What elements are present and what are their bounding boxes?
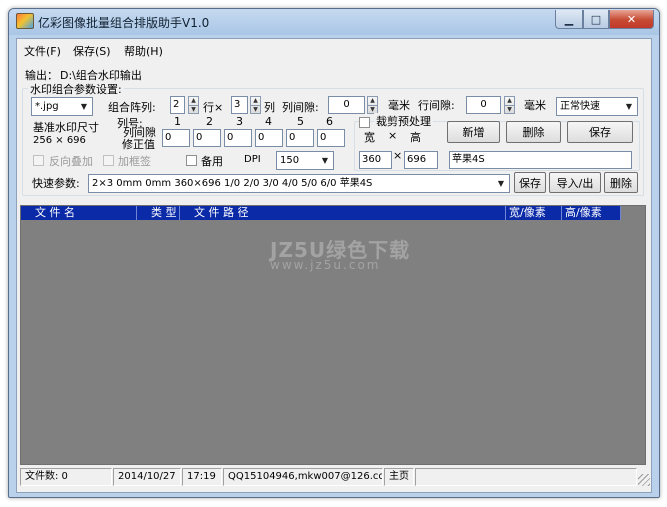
corr-input-6[interactable]: 0 [317,129,345,147]
crop-save-button[interactable]: 保存 [567,121,633,143]
base-size-label: 基准水印尺寸 [33,121,99,134]
col-header-height[interactable]: 高/像素 [562,206,621,220]
cols-input[interactable]: 3 [231,96,248,114]
array-label: 组合阵列: [108,101,156,114]
status-contact: QQ15104946,mkw007@126.com [223,468,383,486]
window-title: 亿彩图像批量组合排版助手V1.0 [38,16,210,30]
row-gap-label: 行间隙: [418,99,455,112]
corr-input-1[interactable]: 0 [162,129,190,147]
dpi-value: 150 [280,155,300,166]
crop-name-input[interactable]: 苹果4S [449,151,632,169]
reverse-overlay-label: 反向叠加 [49,155,93,168]
spin-up-icon: ▲ [370,97,375,104]
backup-checkbox[interactable] [186,155,197,166]
spin-down-icon: ▼ [251,105,260,114]
col-gap-input[interactable]: 0 [328,96,365,114]
quick-params-value: 2×3 0mm 0mm 360×696 1/0 2/0 3/0 4/0 5/0 … [92,178,373,189]
col-number: 1 [174,115,181,128]
crop-width-input[interactable]: 360 [359,151,392,169]
minimize-icon: ▁ [564,12,574,26]
format-select[interactable]: *.jpg ▼ [31,97,93,116]
close-icon: ✕ [626,12,637,26]
col-gap-spinner[interactable]: ▲ ▼ [367,96,378,114]
col-header-width[interactable]: 宽/像素 [506,206,562,220]
corr-input-4[interactable]: 0 [255,129,283,147]
col-header-type[interactable]: 类 型 [137,206,180,220]
crop-title: 裁剪预处理 [374,113,433,129]
quick-params-select[interactable]: 2×3 0mm 0mm 360×696 1/0 2/0 3/0 4/0 5/0 … [88,174,510,193]
rows-input[interactable]: 2 [170,96,185,114]
crop-height-label: 高 [410,131,421,144]
format-value: *.jpg [35,101,59,112]
reverse-overlay-checkbox[interactable] [33,155,44,166]
chevron-down-icon: ▼ [625,102,633,111]
crop-add-button[interactable]: 新增 [447,121,500,143]
add-border-checkbox[interactable] [103,155,114,166]
close-button[interactable]: ✕ [609,10,654,29]
col-header-filename[interactable]: 文 件 名 [21,206,137,220]
backup-label: 备用 [201,155,223,168]
chevron-down-icon: ▼ [497,179,505,188]
col-header-path[interactable]: 文 件 路 径 [180,206,506,220]
corr-input-3[interactable]: 0 [224,129,252,147]
mode-select[interactable]: 正常快速 ▼ [556,97,638,116]
crop-delete-button[interactable]: 删除 [506,121,561,143]
resize-grip[interactable] [638,474,650,486]
quick-delete-button[interactable]: 删除 [604,172,638,193]
col-number: 6 [326,115,333,128]
col-number: 3 [236,115,243,128]
app-icon [16,13,34,29]
chevron-down-icon: ▼ [321,156,329,165]
row-gap-spinner[interactable]: ▲ ▼ [504,96,515,114]
quick-params-label: 快速参数: [32,177,80,190]
crop-height-input[interactable]: 696 [404,151,438,169]
mode-value: 正常快速 [560,101,600,112]
crop-times2-label: × [393,149,403,162]
add-border-label: 加框签 [118,155,151,168]
dpi-label: DPI [244,154,261,165]
corr-input-2[interactable]: 0 [193,129,221,147]
quick-save-button[interactable]: 保存 [514,172,546,193]
quick-import-export-button[interactable]: 导入/出 [549,172,601,193]
crop-width-label: 宽 [364,131,375,144]
row-gap-unit: 毫米 [524,99,546,112]
menu-save[interactable]: 保存(S) [73,43,111,59]
spin-down-icon: ▼ [189,105,198,114]
spin-up-icon: ▲ [191,97,196,104]
cols-spinner[interactable]: ▲ ▼ [250,96,261,114]
status-home-link[interactable]: 主页 [384,468,414,486]
col-unit-label: 列 [264,101,275,114]
dpi-select[interactable]: 150 ▼ [276,151,334,170]
watermark-url: www.jz5u.com [270,258,381,272]
maximize-icon: □ [590,12,602,26]
minimize-button[interactable]: ▁ [555,10,583,29]
spin-up-icon: ▲ [507,97,512,104]
maximize-button[interactable]: □ [583,10,609,29]
col-gap-unit: 毫米 [388,99,410,112]
crop-checkbox[interactable] [359,117,370,128]
menu-help[interactable]: 帮助(H) [124,43,163,59]
row-unit-label: 行× [203,101,224,114]
col-number: 2 [206,115,213,128]
status-file-count: 文件数: 0 [20,468,112,486]
rows-spinner[interactable]: ▲ ▼ [188,96,199,114]
status-empty [415,468,637,486]
params-group-title: 水印组合参数设置: [28,81,124,97]
base-size-value: 256 × 696 [33,135,86,146]
col-number: 5 [297,115,304,128]
spin-down-icon: ▼ [505,105,514,114]
col-gap-label: 列间隙: [282,101,319,114]
status-time: 17:19 [182,468,222,486]
status-date: 2014/10/27 [113,468,181,486]
spin-up-icon: ▲ [253,97,258,104]
col-number: 4 [265,115,272,128]
corr-input-5[interactable]: 0 [286,129,314,147]
crop-times-label: × [388,129,398,142]
col-gap-corr-label2: 修正值 [122,138,155,151]
chevron-down-icon: ▼ [80,102,88,111]
menu-file[interactable]: 文件(F) [24,43,61,59]
row-gap-input[interactable]: 0 [466,96,501,114]
